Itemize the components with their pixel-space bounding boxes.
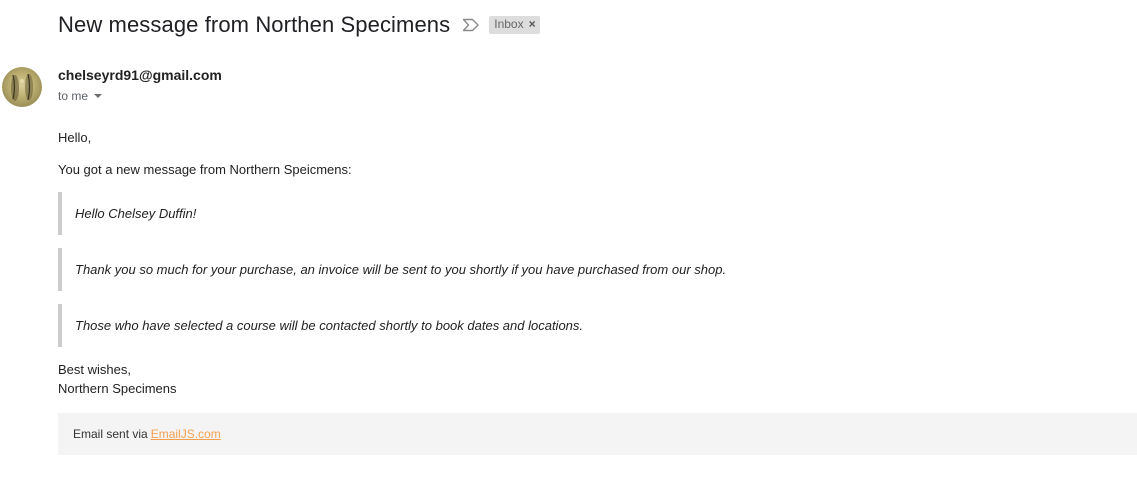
avatar[interactable] bbox=[2, 67, 42, 107]
greeting-text: Hello, bbox=[58, 130, 92, 145]
subject-row: New message from Northen Specimens Inbox… bbox=[58, 10, 540, 40]
quoted-message: Those who have selected a course will be… bbox=[58, 304, 583, 347]
remove-label-icon[interactable]: × bbox=[529, 17, 536, 32]
recipient-details[interactable]: to me bbox=[58, 89, 103, 103]
email-view: New message from Northen Specimens Inbox… bbox=[0, 0, 1137, 482]
recipient-label: to me bbox=[58, 89, 89, 103]
quoted-message: Hello Chelsey Duffin! bbox=[58, 192, 196, 235]
quoted-message: Thank you so much for your purchase, an … bbox=[58, 248, 726, 291]
importance-marker-icon[interactable] bbox=[462, 18, 480, 32]
intro-text: You got a new message from Northern Spei… bbox=[58, 162, 352, 177]
email-footer: Email sent via EmailJS.com bbox=[58, 413, 1137, 455]
sender-address[interactable]: chelseyrd91@gmail.com bbox=[58, 67, 222, 83]
emailjs-link[interactable]: EmailJS.com bbox=[151, 427, 221, 441]
email-subject: New message from Northen Specimens bbox=[58, 12, 451, 37]
inbox-label-chip[interactable]: Inbox × bbox=[489, 16, 540, 34]
label-chip-text: Inbox bbox=[494, 17, 524, 31]
footer-text: Email sent via bbox=[73, 427, 148, 441]
signoff-text: Best wishes, bbox=[58, 362, 131, 377]
chevron-down-icon[interactable] bbox=[94, 94, 103, 98]
signature-text: Northern Specimens bbox=[58, 381, 177, 396]
